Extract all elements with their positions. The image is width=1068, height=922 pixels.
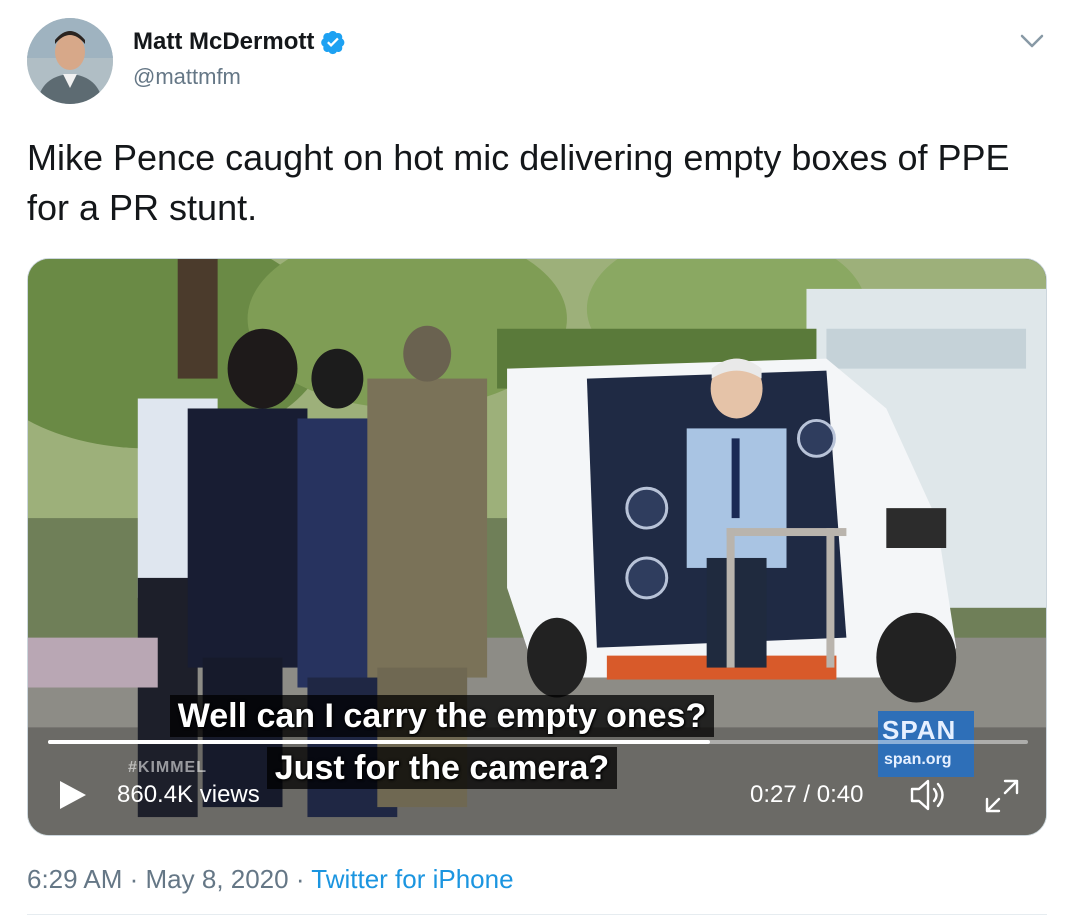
play-icon[interactable]	[58, 779, 88, 811]
video-player[interactable]: Well can I carry the empty ones? Just fo…	[27, 258, 1047, 836]
progress-bar[interactable]	[48, 740, 1028, 744]
tweet-date[interactable]: May 8, 2020	[146, 864, 289, 894]
profile-photo-icon	[27, 18, 113, 104]
tweet-source-link[interactable]: Twitter for iPhone	[311, 864, 513, 894]
author-block: Matt McDermott @mattmfm	[133, 28, 346, 90]
subtitle-line-1: Well can I carry the empty ones?	[28, 695, 951, 737]
expand-icon[interactable]	[983, 777, 1021, 815]
view-count: 860.4K views	[117, 781, 260, 808]
separator: ·	[122, 864, 146, 894]
tweet-text: Mike Pence caught on hot mic delivering …	[27, 137, 1010, 228]
playback-time: 0:27 / 0:40	[750, 781, 864, 808]
tweet-header: Matt McDermott @mattmfm	[27, 18, 1047, 108]
progress-fill	[48, 740, 710, 744]
volume-icon[interactable]	[908, 777, 948, 813]
separator: ·	[288, 864, 312, 894]
tweet-time[interactable]: 6:29 AM	[27, 864, 122, 894]
author-name[interactable]: Matt McDermott	[133, 28, 314, 56]
avatar[interactable]	[27, 18, 113, 104]
tweet-metadata: 6:29 AM · May 8, 2020 · Twitter for iPho…	[27, 864, 514, 895]
verified-badge-icon	[321, 30, 345, 55]
author-handle[interactable]: @mattmfm	[133, 64, 346, 90]
divider	[27, 914, 1047, 915]
video-controls: 860.4K views 0:27 / 0:40	[28, 759, 1046, 829]
chevron-down-icon[interactable]	[1017, 26, 1047, 56]
